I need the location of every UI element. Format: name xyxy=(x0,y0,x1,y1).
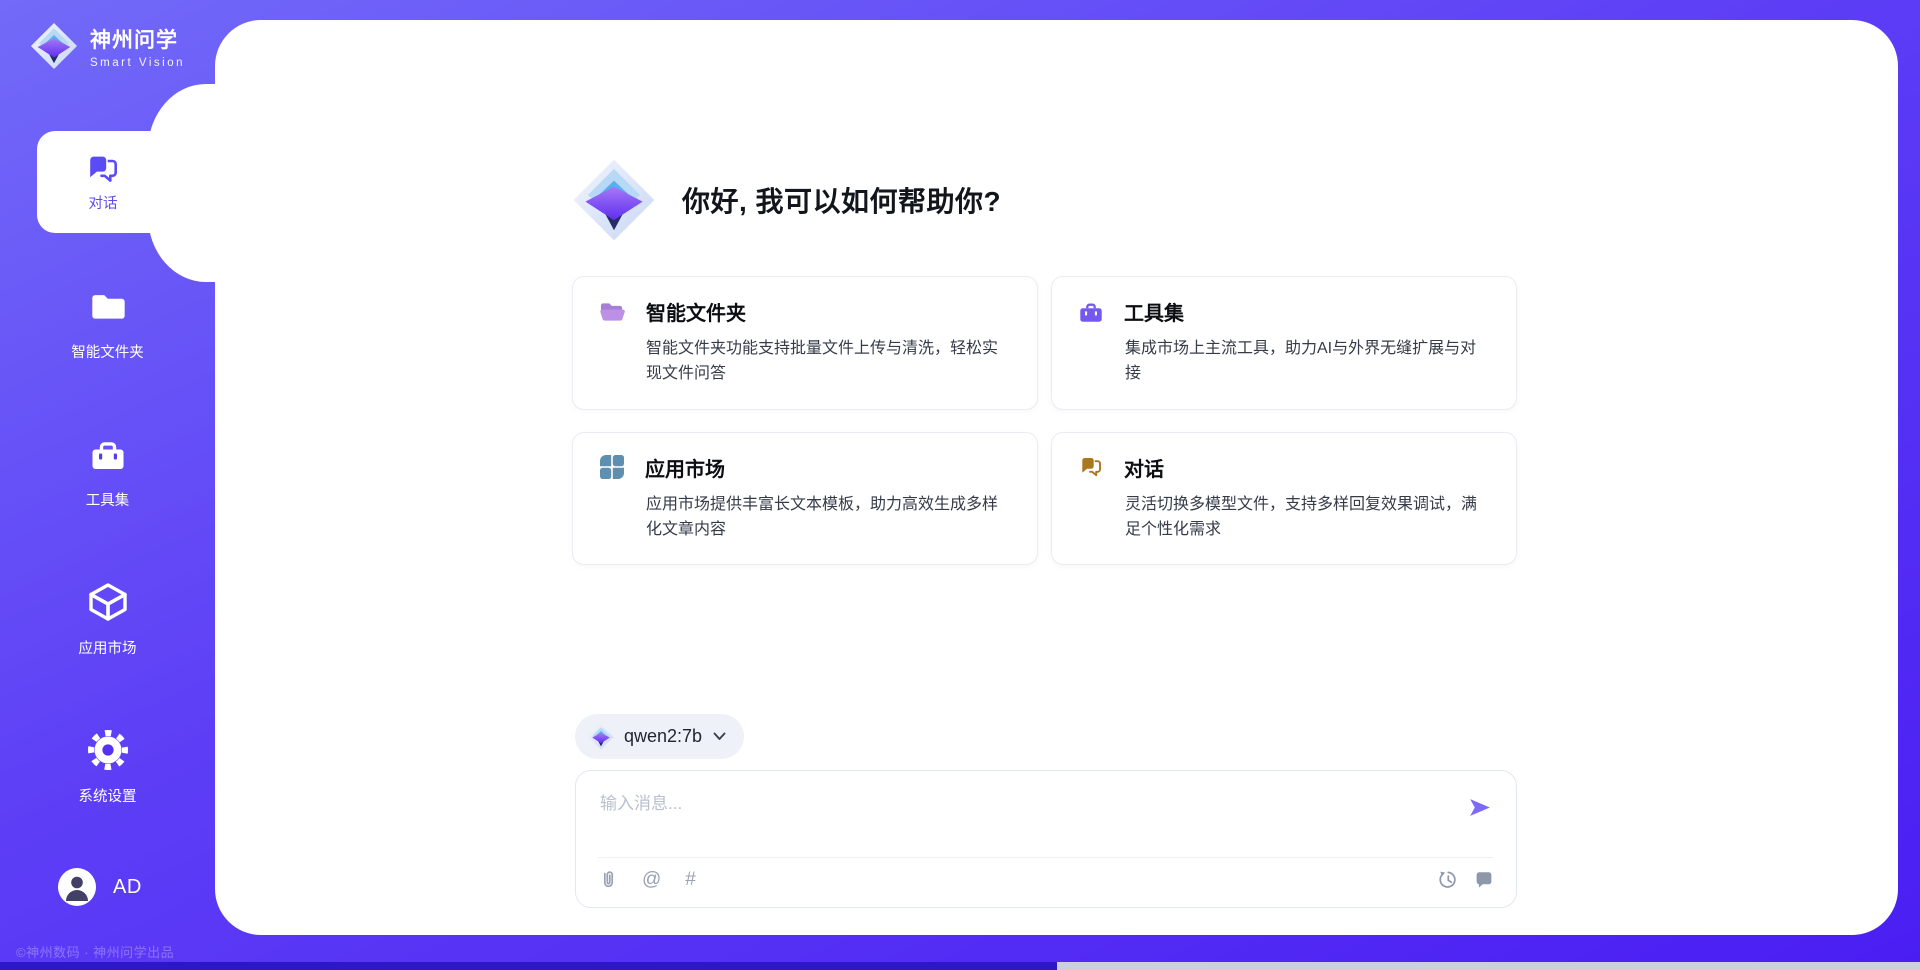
sidebar-item-app-market[interactable]: 应用市场 xyxy=(0,580,215,658)
composer-divider xyxy=(598,857,1494,858)
greeting-block: 你好, 我可以如何帮助你? xyxy=(572,158,1001,242)
card-toolset[interactable]: 工具集 集成市场上主流工具，助力AI与外界无缝扩展与对接 xyxy=(1051,276,1517,410)
horizontal-scrollbar[interactable] xyxy=(0,962,1920,970)
chevron-down-icon xyxy=(713,732,726,741)
send-icon xyxy=(1467,795,1492,820)
app-grid-icon xyxy=(599,454,625,480)
sidebar-item-label: 智能文件夹 xyxy=(0,341,215,362)
user-account[interactable]: AD xyxy=(0,868,215,906)
sidebar-item-settings[interactable]: 系统设置 xyxy=(0,728,215,806)
card-title: 对话 xyxy=(1124,453,1164,482)
card-description: 灵活切换多模型文件，支持多样回复效果调试，满足个性化需求 xyxy=(1125,492,1490,543)
brand-gem-icon xyxy=(30,22,78,70)
copyright-footer: ©神州数码 · 神州问学出品 xyxy=(16,942,174,961)
message-input[interactable] xyxy=(598,787,1402,847)
card-title: 工具集 xyxy=(1124,297,1184,326)
message-composer: @ # xyxy=(575,770,1517,908)
card-description: 应用市场提供丰富长文本模板，助力高效生成多样化文章内容 xyxy=(646,492,1011,543)
send-button[interactable] xyxy=(1467,795,1492,820)
sidebar-item-label: 应用市场 xyxy=(0,637,215,658)
feature-cards: 智能文件夹 智能文件夹功能支持批量文件上传与清洗，轻松实现文件问答 工具集 集成… xyxy=(572,276,1517,565)
mention-button[interactable]: @ xyxy=(642,870,661,889)
toolbox-icon xyxy=(87,436,129,476)
sidebar-item-chat[interactable]: 对话 xyxy=(37,131,169,233)
sidebar-item-toolset[interactable]: 工具集 xyxy=(0,436,215,510)
chat-bubbles-icon xyxy=(1078,455,1104,479)
attachment-button[interactable] xyxy=(598,869,618,890)
app-tagline: Smart Vision xyxy=(90,57,185,69)
page-title: 你好, 我可以如何帮助你? xyxy=(682,180,1001,220)
sidebar-item-label: 系统设置 xyxy=(0,785,215,806)
card-title: 智能文件夹 xyxy=(646,297,746,326)
card-description: 集成市场上主流工具，助力AI与外界无缝扩展与对接 xyxy=(1125,336,1490,387)
avatar xyxy=(58,868,96,906)
model-name: qwen2:7b xyxy=(624,726,702,747)
gear-icon xyxy=(86,728,130,772)
chat-bubble-icon xyxy=(1474,870,1494,889)
app-title: 神州问学 xyxy=(90,24,185,54)
model-gem-icon xyxy=(588,724,614,750)
cube-icon xyxy=(86,580,130,624)
card-title: 应用市场 xyxy=(645,453,725,482)
history-button[interactable] xyxy=(1438,870,1458,890)
card-smart-folder[interactable]: 智能文件夹 智能文件夹功能支持批量文件上传与清洗，轻松实现文件问答 xyxy=(572,276,1038,410)
app-logo: 神州问学 Smart Vision xyxy=(30,22,185,70)
topic-button[interactable]: # xyxy=(685,870,696,889)
sidebar-item-label: 工具集 xyxy=(0,489,215,510)
sidebar-item-smart-folder[interactable]: 智能文件夹 xyxy=(0,288,215,362)
composer-toolbar: @ # xyxy=(598,869,1494,890)
folder-icon xyxy=(87,288,129,328)
card-description: 智能文件夹功能支持批量文件上传与清洗，轻松实现文件问答 xyxy=(646,336,1011,387)
sidebar-item-label: 对话 xyxy=(89,192,118,213)
folder-open-icon xyxy=(599,300,626,324)
scrollbar-thumb[interactable] xyxy=(0,962,1057,970)
model-selector[interactable]: qwen2:7b xyxy=(575,714,744,759)
card-chat[interactable]: 对话 灵活切换多模型文件，支持多样回复效果调试，满足个性化需求 xyxy=(1051,432,1517,566)
chat-bubbles-icon xyxy=(84,152,122,186)
sidebar: 神州问学 Smart Vision 对话 智能文件夹 工具集 xyxy=(0,0,215,970)
user-initials: AD xyxy=(113,876,142,899)
paperclip-icon xyxy=(598,869,618,890)
toolbox-icon xyxy=(1078,300,1104,324)
conversations-button[interactable] xyxy=(1474,870,1494,889)
history-icon xyxy=(1438,870,1458,890)
hero-gem-icon xyxy=(572,158,656,242)
card-app-market[interactable]: 应用市场 应用市场提供丰富长文本模板，助力高效生成多样化文章内容 xyxy=(572,432,1038,566)
